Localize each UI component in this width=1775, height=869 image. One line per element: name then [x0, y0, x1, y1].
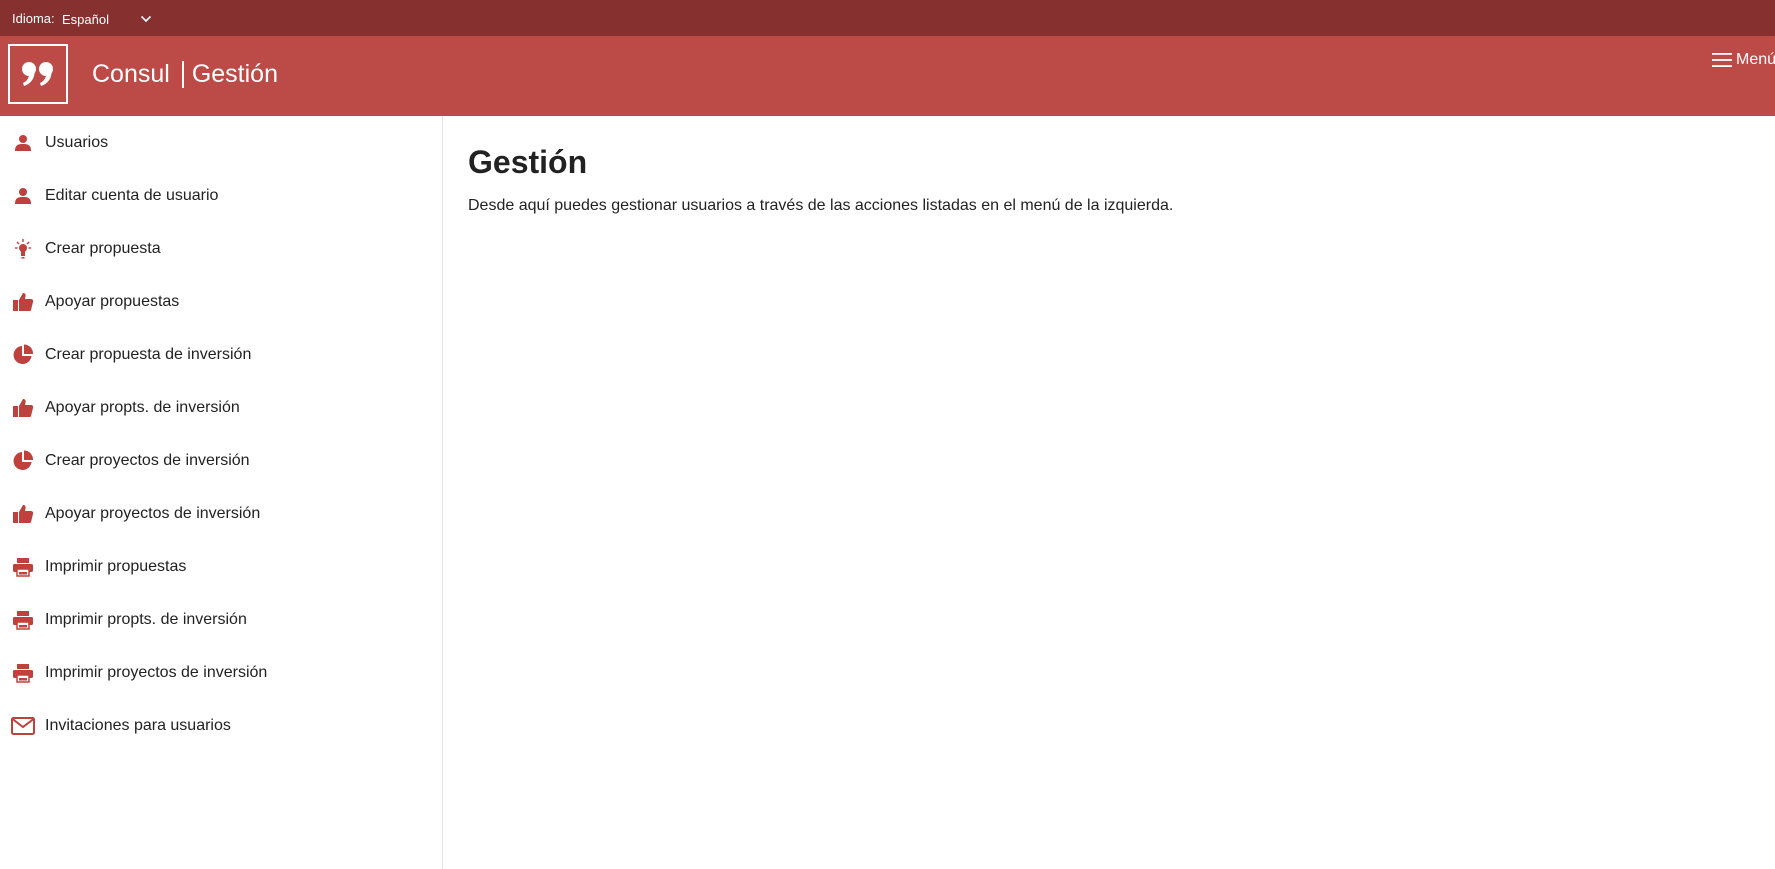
user-icon [11, 131, 35, 155]
sidebar-item-crear-proyectos-inversion[interactable]: Crear proyectos de inversión [0, 434, 442, 487]
sidebar-item-label: Crear propuesta [45, 239, 161, 257]
sidebar-item-label: Apoyar propts. de inversión [45, 398, 240, 416]
sidebar-item-label: Usuarios [45, 133, 109, 151]
sidebar: Usuarios Editar cuenta de usuario Crear … [0, 116, 443, 869]
sidebar-item-imprimir-propts-inversion[interactable]: Imprimir propts. de inversión [0, 593, 442, 646]
sidebar-item-label: Editar cuenta de usuario [45, 186, 219, 204]
sidebar-item-label: Apoyar propuestas [45, 292, 180, 310]
thumbs-up-icon [11, 396, 35, 420]
sidebar-item-label: Crear proyectos de inversión [45, 451, 250, 469]
language-select-value: Español [62, 11, 109, 27]
sidebar-item-crear-propuesta-inversion[interactable]: Crear propuesta de inversión [0, 328, 442, 381]
language-select[interactable]: Español [62, 8, 157, 30]
sidebar-item-label: Imprimir proyectos de inversión [45, 663, 268, 681]
sidebar-item-label: Invitaciones para usuarios [45, 716, 231, 734]
thumbs-up-icon [11, 502, 35, 526]
sidebar-item-imprimir-propuestas[interactable]: Imprimir propuestas [0, 540, 442, 593]
pie-chart-icon [11, 449, 35, 473]
language-label: Idioma: [12, 11, 55, 26]
sidebar-item-imprimir-proyectos-inversion[interactable]: Imprimir proyectos de inversión [0, 646, 442, 699]
printer-icon [11, 555, 35, 579]
chevron-down-icon [140, 15, 152, 23]
sidebar-item-apoyar-propts-inversion[interactable]: Apoyar propts. de inversión [0, 381, 442, 434]
sidebar-item-label: Imprimir propuestas [45, 557, 187, 575]
menu-button[interactable]: Menú [1711, 48, 1775, 72]
sidebar-item-label: Imprimir propts. de inversión [45, 610, 247, 628]
page-description: Desde aquí puedes gestionar usuarios a t… [468, 197, 1174, 214]
sidebar-item-crear-propuesta[interactable]: Crear propuesta [0, 222, 442, 275]
brand-title[interactable]: Consul Gestión [92, 60, 278, 89]
printer-icon [11, 661, 35, 685]
hamburger-icon [1712, 53, 1732, 67]
sidebar-item-invitaciones[interactable]: Invitaciones para usuarios [0, 699, 442, 752]
sidebar-item-label: Crear propuesta de inversión [45, 345, 252, 363]
quote-logo-icon [22, 62, 53, 86]
lightbulb-icon [11, 237, 35, 261]
page-title: Gestión [468, 144, 588, 180]
sidebar-item-label: Apoyar proyectos de inversión [45, 504, 261, 522]
language-bar: Idioma: Español [0, 0, 1775, 36]
section-name: Gestión [191, 60, 278, 88]
sidebar-item-usuarios[interactable]: Usuarios [0, 116, 442, 169]
user-icon [11, 184, 35, 208]
thumbs-up-icon [11, 290, 35, 314]
sidebar-item-apoyar-propuestas[interactable]: Apoyar propuestas [0, 275, 442, 328]
sidebar-item-apoyar-proyectos-inversion[interactable]: Apoyar proyectos de inversión [0, 487, 442, 540]
logo[interactable] [8, 44, 68, 104]
app-header: Consul Gestión Menú [0, 36, 1775, 116]
pie-chart-icon [11, 343, 35, 367]
envelope-icon [11, 714, 35, 738]
brand-name: Consul [92, 60, 170, 88]
printer-icon [11, 608, 35, 632]
menu-label: Menú [1736, 51, 1775, 68]
sidebar-item-editar-cuenta[interactable]: Editar cuenta de usuario [0, 169, 442, 222]
brand-divider [181, 61, 184, 88]
